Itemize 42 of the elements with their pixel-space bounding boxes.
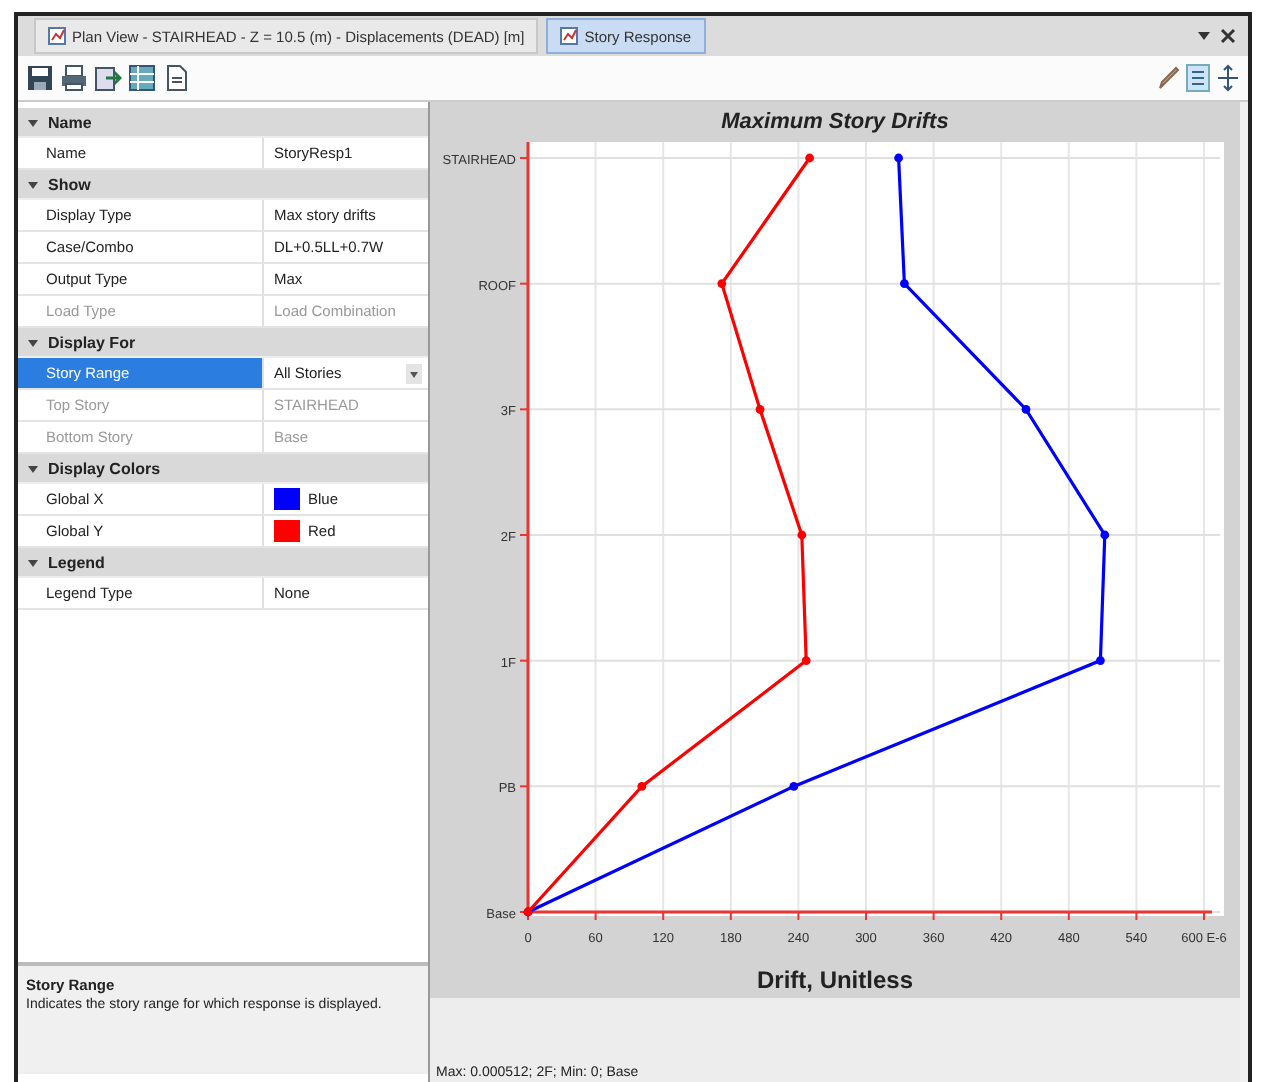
category-header[interactable]: Show	[18, 170, 428, 200]
print-icon[interactable]	[60, 64, 88, 92]
data-point	[755, 405, 765, 414]
category-title: Legend	[48, 553, 105, 571]
collapse-icon[interactable]	[26, 115, 40, 129]
dropdown-icon[interactable]	[1196, 28, 1212, 44]
collapse-icon[interactable]	[26, 555, 40, 569]
table-icon[interactable]	[128, 64, 156, 92]
data-point	[894, 153, 903, 163]
category-header[interactable]: Display For	[18, 328, 428, 358]
chart-icon	[48, 26, 66, 46]
page-icon[interactable]	[1186, 64, 1210, 92]
close-icon[interactable]	[1220, 28, 1236, 44]
data-point	[805, 153, 814, 163]
category-title: Display Colors	[48, 459, 161, 477]
export-icon[interactable]	[94, 64, 122, 92]
category-header[interactable]: Display Colors	[18, 454, 428, 484]
document-icon[interactable]	[162, 64, 190, 92]
data-point	[717, 279, 727, 288]
category-title: Name	[48, 113, 92, 131]
move-icon[interactable]	[1216, 64, 1240, 92]
data-point	[1096, 656, 1105, 665]
pencil-icon[interactable]	[1156, 64, 1180, 92]
data-point	[1100, 530, 1110, 540]
chart-title: Maximum Story Drifts	[721, 108, 949, 138]
collapse-icon[interactable]	[26, 335, 40, 349]
data-point	[789, 782, 799, 791]
data-point	[637, 782, 647, 791]
category-header[interactable]: Name	[18, 108, 428, 138]
category-header[interactable]: Legend	[18, 548, 428, 578]
dropdown-icon[interactable]	[406, 363, 422, 383]
chart-icon	[560, 26, 579, 46]
data-point	[1021, 405, 1031, 414]
data-point	[797, 530, 807, 540]
category-title: Display For	[48, 333, 136, 351]
collapse-icon[interactable]	[26, 177, 40, 191]
data-point	[900, 279, 909, 288]
x-axis-title: Drift, Unitless	[756, 964, 913, 998]
category-title: Show	[48, 175, 91, 193]
data-point	[801, 656, 811, 665]
save-icon[interactable]	[26, 64, 54, 92]
collapse-icon[interactable]	[26, 461, 40, 475]
